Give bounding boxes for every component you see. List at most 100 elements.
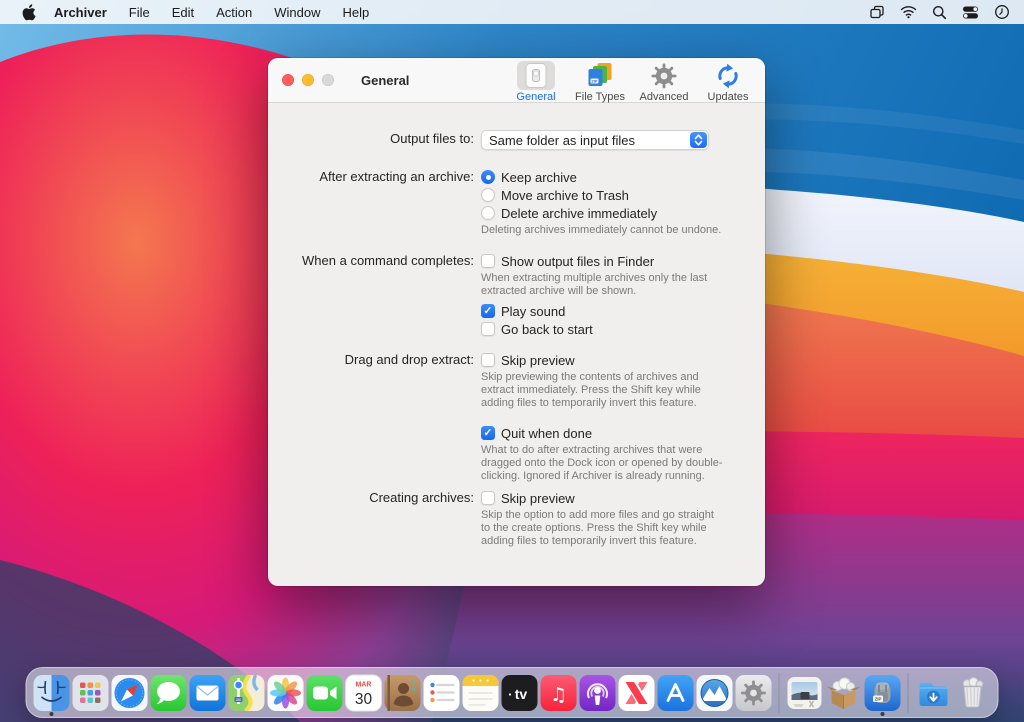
dock: 280 MAR 30 tv ♫ ZIP xyxy=(26,667,999,718)
radio-label-delete-archive-immediately: Delete archive immediately xyxy=(501,206,657,221)
radio-label-move-archive-to-trash: Move archive to Trash xyxy=(501,188,629,203)
radio-move-archive-to-trash[interactable] xyxy=(481,188,495,202)
svg-text:tv: tv xyxy=(515,686,528,702)
svg-text:MAR: MAR xyxy=(356,681,372,688)
checkbox-skip-preview[interactable] xyxy=(481,353,495,367)
checkbox-row-skip-preview: Skip preview xyxy=(481,351,735,369)
section-output-files: Output files to: Same folder as input fil… xyxy=(268,130,765,150)
dock-item-archiver[interactable]: ZIP xyxy=(864,671,902,715)
control-center-icon[interactable] xyxy=(962,5,979,20)
dock-item-photos[interactable] xyxy=(267,671,305,715)
radio-row-delete-archive-immediately: Delete archive immediately xyxy=(481,204,735,222)
section-label-command-completes: When a command completes: xyxy=(268,252,481,338)
dock-item-image-tool[interactable] xyxy=(786,671,824,715)
close-button[interactable] xyxy=(282,74,294,86)
checkbox-label-play-sound: Play sound xyxy=(501,304,565,319)
radio-keep-archive[interactable] xyxy=(481,170,495,184)
refresh-icon xyxy=(709,61,747,90)
dock-item-unboxing-app[interactable] xyxy=(825,671,863,715)
svg-text:ZIP: ZIP xyxy=(591,80,597,84)
menu-item-file[interactable]: File xyxy=(129,5,150,20)
dock-separator xyxy=(779,673,780,713)
checkbox-play-sound[interactable] xyxy=(481,304,495,318)
dock-item-app-store[interactable] xyxy=(657,671,695,715)
dock-item-tv[interactable]: tv xyxy=(501,671,539,715)
checkbox-label-skip-preview: Skip preview xyxy=(501,491,575,506)
dock-item-news[interactable] xyxy=(618,671,656,715)
preferences-toolbar: General ZIP File Types Advanced Updates xyxy=(507,61,757,103)
dock-item-mail[interactable] xyxy=(189,671,227,715)
svg-text:♫: ♫ xyxy=(550,684,567,706)
dock-item-launchpad[interactable] xyxy=(72,671,110,715)
popup-selected-value: Same folder as input files xyxy=(489,133,635,148)
dock-item-maps[interactable]: 280 xyxy=(228,671,266,715)
menu-items: File Edit Action Window Help xyxy=(129,5,370,20)
dock-item-music[interactable]: ♫ xyxy=(540,671,578,715)
menu-item-help[interactable]: Help xyxy=(343,5,370,20)
help-note: Skip the option to add more files and go… xyxy=(481,509,723,548)
radio-delete-archive-immediately[interactable] xyxy=(481,206,495,220)
help-note: Skip previewing the contents of archives… xyxy=(481,371,723,410)
section-controls-command-completes: Show output files in Finder When extracti… xyxy=(481,252,765,338)
dock-item-messages[interactable] xyxy=(150,671,188,715)
toolbar-tab-file-types[interactable]: ZIP File Types xyxy=(571,61,629,103)
gear-icon xyxy=(645,61,683,90)
menu-item-action[interactable]: Action xyxy=(216,5,252,20)
toolbar-tab-general[interactable]: General xyxy=(507,61,565,103)
windows-icon[interactable] xyxy=(869,4,885,20)
toolbar-tab-updates[interactable]: Updates xyxy=(699,61,757,103)
section-label-output-files: Output files to: xyxy=(268,130,481,150)
search-icon[interactable] xyxy=(932,5,947,20)
radio-label-keep-archive: Keep archive xyxy=(501,170,577,185)
toolbar-tab-advanced[interactable]: Advanced xyxy=(635,61,693,103)
toolbar-tab-label: Advanced xyxy=(640,91,689,103)
dock-separator xyxy=(908,673,909,713)
preferences-content: Output files to: Same folder as input fil… xyxy=(268,103,765,552)
dock-item-calendar[interactable]: MAR 30 xyxy=(345,671,383,715)
checkbox-skip-preview[interactable] xyxy=(481,491,495,505)
checkbox-label-skip-preview: Skip preview xyxy=(501,353,575,368)
apple-menu-icon[interactable] xyxy=(22,4,36,21)
running-indicator xyxy=(50,712,54,716)
checkbox-label-show-output-files-in-finder: Show output files in Finder xyxy=(501,254,654,269)
checkbox-row-quit-when-done: Quit when done xyxy=(481,424,735,442)
dock-item-contacts[interactable] xyxy=(384,671,422,715)
preferences-window: General General ZIP File Types Advanced Upda… xyxy=(268,58,765,586)
dock-item-mountain-app[interactable] xyxy=(696,671,734,715)
checkbox-go-back-to-start[interactable] xyxy=(481,322,495,336)
svg-text:ZIP: ZIP xyxy=(875,696,882,701)
checkbox-row-go-back-to-start: Go back to start xyxy=(481,320,735,338)
dock-item-safari[interactable] xyxy=(111,671,149,715)
wifi-icon[interactable] xyxy=(900,5,917,19)
menu-item-window[interactable]: Window xyxy=(274,5,320,20)
dock-item-system-preferences[interactable] xyxy=(735,671,773,715)
dock-item-finder[interactable] xyxy=(33,671,71,715)
dock-item-podcasts[interactable] xyxy=(579,671,617,715)
active-app-name[interactable]: Archiver xyxy=(54,5,107,20)
svg-text:30: 30 xyxy=(355,691,373,708)
help-note: What to do after extracting archives tha… xyxy=(481,444,723,483)
dock-item-facetime[interactable] xyxy=(306,671,344,715)
dock-item-trash[interactable] xyxy=(954,671,992,715)
section-drag-drop-extract: Drag and drop extract:Skip previewSkip p… xyxy=(268,351,765,487)
help-note: When extracting multiple archives only t… xyxy=(481,272,723,298)
section-label-creating-archives: Creating archives: xyxy=(268,489,481,552)
output-destination-popup[interactable]: Same folder as input files xyxy=(481,130,709,150)
toolbar-tab-label: File Types xyxy=(575,91,625,103)
checkbox-show-output-files-in-finder[interactable] xyxy=(481,254,495,268)
radio-row-keep-archive: Keep archive xyxy=(481,168,735,186)
clock-icon[interactable] xyxy=(994,4,1010,20)
zoom-button[interactable] xyxy=(322,74,334,86)
checkbox-row-play-sound: Play sound xyxy=(481,302,735,320)
svg-text:280: 280 xyxy=(236,698,242,702)
checkbox-quit-when-done[interactable] xyxy=(481,426,495,440)
dock-item-notes[interactable] xyxy=(462,671,500,715)
window-titlebar[interactable]: General General ZIP File Types Advanced Upda… xyxy=(268,58,765,103)
section-controls-after-extracting: Keep archive Move archive to Trash Delete … xyxy=(481,168,765,241)
window-controls xyxy=(282,74,334,86)
checkbox-row-skip-preview: Skip preview xyxy=(481,489,735,507)
menu-item-edit[interactable]: Edit xyxy=(172,5,194,20)
dock-item-downloads-folder[interactable] xyxy=(915,671,953,715)
minimize-button[interactable] xyxy=(302,74,314,86)
dock-item-reminders[interactable] xyxy=(423,671,461,715)
